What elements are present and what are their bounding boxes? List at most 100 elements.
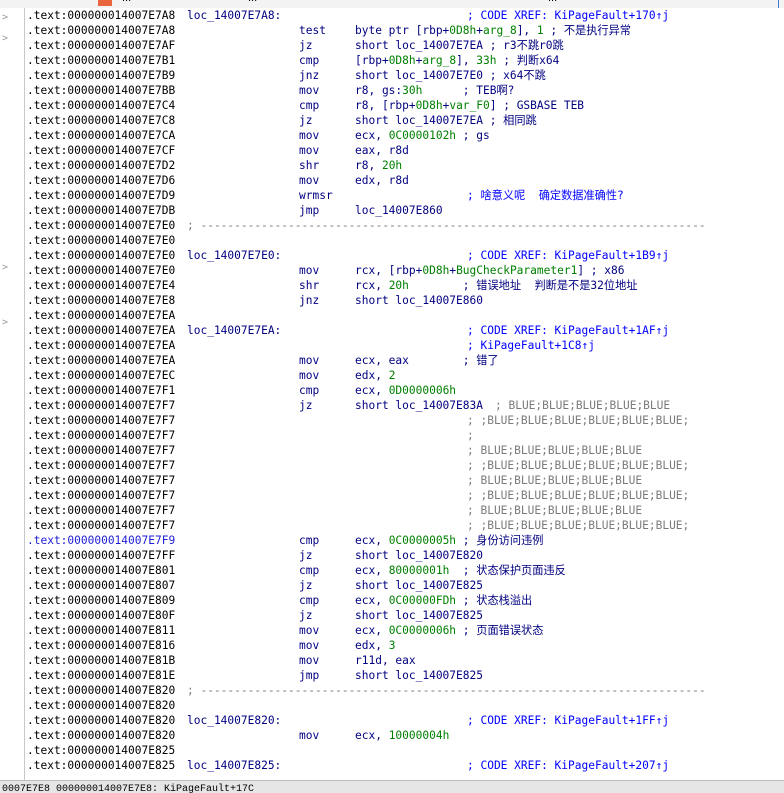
listing-row[interactable]: .text:000000014007E7FF jz short loc_14007E… — [27, 548, 784, 563]
instruction-mnemonic: jz — [299, 579, 313, 592]
listing-row[interactable]: .text:000000014007E7E8 jnz short loc_14007… — [27, 293, 784, 308]
listing-row[interactable]: .text:000000014007E7F7; — [27, 428, 784, 443]
listing-row[interactable]: .text:000000014007E7F7 ; BLUE;BLUE;BLUE;B… — [27, 473, 784, 488]
line-address: .text:000000014007E825 — [27, 759, 176, 772]
close-tab-icon[interactable] — [98, 0, 112, 6]
listing-row[interactable]: .text:000000014007E81E jmp short loc_14007… — [27, 668, 784, 683]
listing-row[interactable]: .text:000000014007E7D9 wrmsr ; 啥意义呢 确定数据准确… — [27, 188, 784, 203]
listing-row[interactable]: .text:000000014007E7F7 ; BLUE;BLUE;BLUE;B… — [27, 443, 784, 458]
code-label: loc_14007E7E0: — [187, 249, 282, 262]
instruction-mnemonic: mov — [299, 729, 320, 742]
instruction-mnemonic: jz — [299, 114, 313, 127]
listing-row[interactable]: .text:000000014007E7EA loc_14007E7EA: ; CO… — [27, 323, 784, 338]
listing-row[interactable]: .text:000000014007E825 — [27, 743, 784, 758]
instruction-mnemonic: jz — [299, 609, 313, 622]
instruction-operand: short loc_14007E820 — [355, 549, 483, 562]
line-address: .text:000000014007E7F7 — [27, 489, 176, 502]
line-address: .text:000000014007E7CA — [27, 129, 176, 142]
listing-row[interactable]: .text:000000014007E7F9 cmp ecx, 0C0000005h… — [27, 533, 784, 548]
line-address: .text:000000014007E801 — [27, 564, 176, 577]
line-address: .text:000000014007E7CF — [27, 144, 176, 157]
line-comment: ; CODE XREF: KiPageFault+1B9↑j — [467, 249, 670, 262]
listing-row[interactable]: .text:000000014007E7E0 ; ----------------… — [27, 218, 784, 233]
instruction-operand: r8, 20h — [355, 159, 403, 172]
line-address: .text:000000014007E807 — [27, 579, 176, 592]
listing-row[interactable]: .text:000000014007E7F7 ; ;BLUE;BLUE;BLUE;… — [27, 518, 784, 533]
listing-row[interactable]: .text:000000014007E820 ; ----------------… — [27, 683, 784, 698]
line-address: .text:000000014007E820 — [27, 714, 176, 727]
listing-row[interactable]: .text:000000014007E7C4 cmp r8, [rbp+0D8h+v… — [27, 98, 784, 113]
listing-row[interactable]: .text:000000014007E7AF jz short loc_14007E… — [27, 38, 784, 53]
listing-row[interactable]: .text:000000014007E7B1 cmp [rbp+0D8h+arg_8… — [27, 53, 784, 68]
listing-row[interactable]: .text:000000014007E81B mov r11d, eax — [27, 653, 784, 668]
code-label: loc_14007E7EA: — [187, 324, 282, 337]
listing-row[interactable]: .text:000000014007E7CF mov eax, r8d — [27, 143, 784, 158]
listing-row[interactable]: .text:000000014007E807 jz short loc_14007E… — [27, 578, 784, 593]
tab-right[interactable]: ... — [548, 0, 557, 6]
line-comment: ; BLUE;BLUE;BLUE;BLUE;BLUE — [467, 504, 643, 517]
tab-mid[interactable]: ... — [248, 0, 257, 6]
listing-row[interactable]: .text:000000014007E820 loc_14007E820: ; CO… — [27, 713, 784, 728]
disassembly-listing[interactable]: .text:000000014007E7A8 loc_14007E7A8: ; CO… — [27, 8, 784, 780]
listing-row[interactable]: .text:000000014007E816 mov edx, 3 — [27, 638, 784, 653]
instruction-mnemonic: mov — [299, 369, 320, 382]
instruction-operand: r11d, eax — [355, 654, 416, 667]
listing-row[interactable]: .text:000000014007E7F7 ; ;BLUE;BLUE;BLUE;… — [27, 458, 784, 473]
listing-row[interactable]: .text:000000014007E7A8 test byte ptr [rbp+… — [27, 23, 784, 38]
listing-row[interactable]: .text:000000014007E809 cmp ecx, 0C00000FDh… — [27, 593, 784, 608]
line-address: .text:000000014007E7DB — [27, 204, 176, 217]
instruction-operand: short loc_14007E825 — [355, 669, 483, 682]
instruction-mnemonic: mov — [299, 639, 320, 652]
tab-divider — [778, 0, 779, 8]
arrow-gutter: > > > > — [0, 8, 25, 780]
instruction-mnemonic: wrmsr — [299, 189, 333, 202]
line-address: .text:000000014007E7E0 — [27, 264, 176, 277]
line-address: .text:000000014007E7D9 — [27, 189, 176, 202]
listing-row[interactable]: .text:000000014007E7F7 ; ;BLUE;BLUE;BLUE;… — [27, 413, 784, 428]
listing-row[interactable]: .text:000000014007E7EA ; KiPageFault+1C8↑… — [27, 338, 784, 353]
listing-row[interactable]: .text:000000014007E7E0 mov rcx, [rbp+0D8h+… — [27, 263, 784, 278]
listing-row[interactable]: .text:000000014007E7E4 shr rcx, 20h ; 错误地址… — [27, 278, 784, 293]
listing-row[interactable]: .text:000000014007E811 mov ecx, 0C0000006h… — [27, 623, 784, 638]
instruction-operand: rcx, [rbp+0D8h+BugCheckParameter1] ; x86 — [355, 264, 625, 277]
listing-row[interactable]: .text:000000014007E7F7 jz short loc_14007E… — [27, 398, 784, 413]
listing-row[interactable]: .text:000000014007E7CA mov ecx, 0C0000102h… — [27, 128, 784, 143]
listing-row[interactable]: .text:000000014007E801 cmp ecx, 80000001h … — [27, 563, 784, 578]
listing-row[interactable]: .text:000000014007E80F jz short loc_14007E… — [27, 608, 784, 623]
line-address: .text:000000014007E7EA — [27, 309, 176, 322]
listing-row[interactable]: .text:000000014007E7F7 ; ;BLUE;BLUE;BLUE;… — [27, 488, 784, 503]
listing-row[interactable]: .text:000000014007E7E0 — [27, 233, 784, 248]
listing-row[interactable]: .text:000000014007E7EA — [27, 308, 784, 323]
listing-row[interactable]: .text:000000014007E7B9 jnz short loc_14007… — [27, 68, 784, 83]
instruction-mnemonic: mov — [299, 654, 320, 667]
tab-strip: ... ... ... — [0, 0, 784, 8]
line-comment: ; BLUE;BLUE;BLUE;BLUE;BLUE — [495, 399, 671, 412]
separator-line: ; --------------------------------------… — [187, 219, 706, 232]
line-address: .text:000000014007E820 — [27, 729, 176, 742]
listing-row[interactable]: .text:000000014007E7D2 shr r8, 20h — [27, 158, 784, 173]
listing-row[interactable]: .text:000000014007E7A8 loc_14007E7A8: ; CO… — [27, 8, 784, 23]
listing-row[interactable]: .text:000000014007E7BB mov r8, gs:30h ; TE… — [27, 83, 784, 98]
status-bar: 0007E7E8 000000014007E7E8: KiPageFault+1… — [0, 780, 784, 793]
line-address: .text:000000014007E7E4 — [27, 279, 176, 292]
line-address: .text:000000014007E7E0 — [27, 219, 176, 232]
instruction-operand: ecx, 0C0000102h ; gs — [355, 129, 490, 142]
line-address: .text:000000014007E7A8 — [27, 9, 176, 22]
line-address: .text:000000014007E820 — [27, 684, 176, 697]
listing-row[interactable]: .text:000000014007E820 mov ecx, 10000004h — [27, 728, 784, 743]
instruction-operand: eax, r8d — [355, 144, 409, 157]
listing-row[interactable]: .text:000000014007E7C8 jz short loc_14007E… — [27, 113, 784, 128]
listing-row[interactable]: .text:000000014007E7D6 mov edx, r8d — [27, 173, 784, 188]
listing-row[interactable]: .text:000000014007E820 — [27, 698, 784, 713]
listing-row[interactable]: .text:000000014007E7F7 ; BLUE;BLUE;BLUE;B… — [27, 503, 784, 518]
listing-row[interactable]: .text:000000014007E7EC mov edx, 2 — [27, 368, 784, 383]
listing-row[interactable]: .text:000000014007E7F1 cmp ecx, 0D0000006h — [27, 383, 784, 398]
instruction-mnemonic: cmp — [299, 594, 320, 607]
listing-row[interactable]: .text:000000014007E825 loc_14007E825: ; CO… — [27, 758, 784, 773]
tab-left[interactable]: ... — [122, 0, 131, 6]
listing-row[interactable]: .text:000000014007E7EA mov ecx, eax ; 错了 — [27, 353, 784, 368]
line-address: .text:000000014007E7B9 — [27, 69, 176, 82]
instruction-operand: ecx, 0C0000006h ; 页面错误状态 — [355, 624, 544, 637]
listing-row[interactable]: .text:000000014007E7DB jmp loc_14007E860 — [27, 203, 784, 218]
listing-row[interactable]: .text:000000014007E7E0 loc_14007E7E0: ; CO… — [27, 248, 784, 263]
